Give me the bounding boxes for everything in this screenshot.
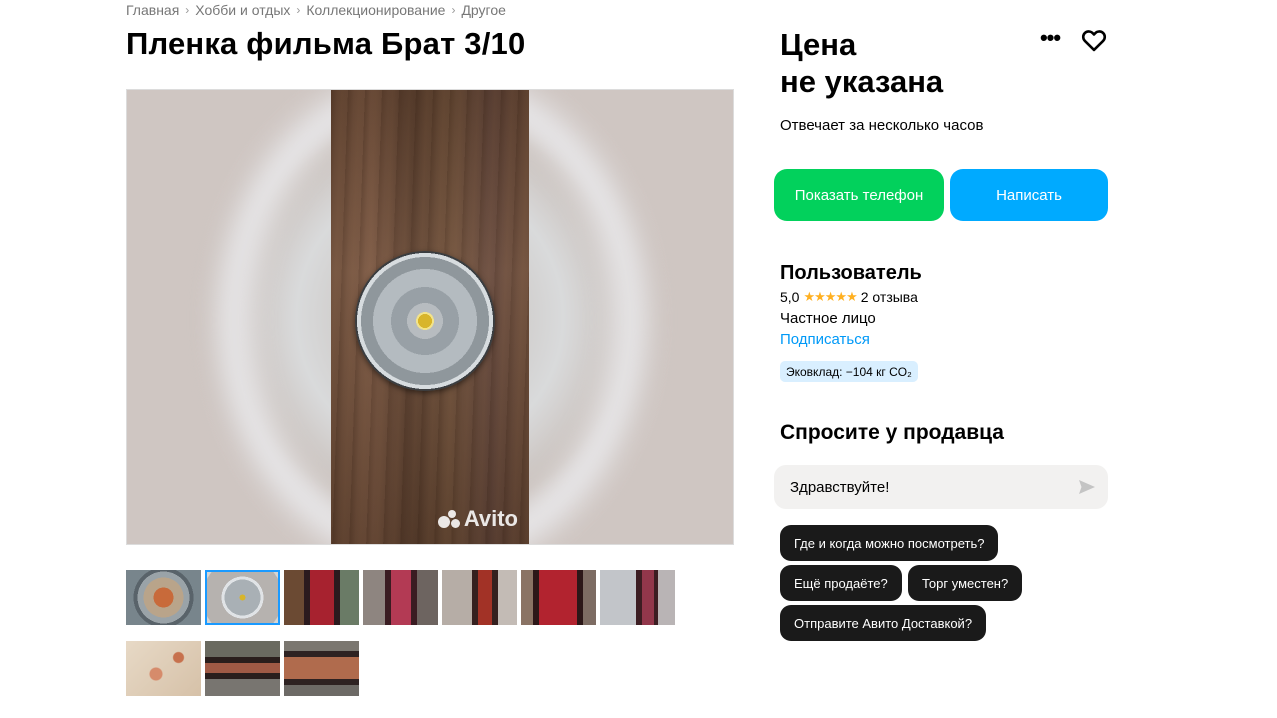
reviews-link[interactable]: 2 отзыва [861,289,918,305]
thumbnail-5[interactable] [442,570,517,625]
rating-value: 5,0 [780,289,800,305]
page-title: Пленка фильма Брат 3/10 [126,26,526,61]
price-line-1: Цена [780,27,857,62]
chevron-right-icon: › [451,3,456,17]
film-reel-image [355,251,495,391]
quick-question-chip[interactable]: Отправите Авито Доставкой? [780,605,987,641]
seller-name[interactable]: Пользователь [780,262,922,285]
thumbnail-8[interactable] [126,641,201,696]
send-icon[interactable] [1078,478,1096,496]
seller-rating: 5,0 ★★★★★ 2 отзыва [780,289,918,305]
message-input[interactable]: Здравствуйте! [774,465,1108,509]
thumbnail-7[interactable] [600,570,675,625]
thumbnail-6[interactable] [521,570,596,625]
write-message-button[interactable]: Написать [950,169,1108,221]
rating-stars: ★★★★★ [803,289,857,304]
price: Цена не указана [780,26,943,100]
heart-icon[interactable] [1080,26,1108,54]
breadcrumb-other[interactable]: Другое [461,2,505,18]
thumbnail-1[interactable] [126,570,201,625]
eco-badge: Эковклад: −104 кг CO₂ [780,361,918,382]
price-line-2: не указана [780,64,944,99]
avito-logo-icon [437,508,460,530]
watermark-text: Avito [463,506,518,531]
chevron-right-icon: › [185,3,190,17]
seller-type: Частное лицо [780,310,876,327]
more-icon[interactable]: ••• [1036,27,1064,52]
breadcrumb-hobby[interactable]: Хобби и отдых [195,2,290,18]
thumbnail-9[interactable] [205,641,280,696]
ask-seller-title: Спросите у продавца [780,421,1004,444]
message-input-value: Здравствуйте! [790,478,890,496]
thumbnail-2[interactable] [205,570,280,625]
breadcrumb: Главная › Хобби и отдых › Коллекциониров… [126,2,506,18]
avito-watermark: Avito [437,506,518,532]
reply-time: Отвечает за несколько часов [780,117,984,134]
breadcrumb-home[interactable]: Главная [126,2,179,18]
chevron-right-icon: › [296,3,301,17]
quick-question-chip[interactable]: Торг уместен? [908,565,1023,601]
quick-question-chip[interactable]: Где и когда можно посмотреть? [780,525,999,561]
thumbnail-4[interactable] [363,570,438,625]
subscribe-link[interactable]: Подписаться [780,331,870,348]
thumbnail-3[interactable] [284,570,359,625]
show-phone-button[interactable]: Показать телефон [774,169,944,221]
quick-question-chip[interactable]: Ещё продаёте? [780,565,902,601]
breadcrumb-collecting[interactable]: Коллекционирование [306,2,445,18]
main-photo[interactable]: Avito [126,89,734,545]
thumbnail-10[interactable] [284,641,359,696]
